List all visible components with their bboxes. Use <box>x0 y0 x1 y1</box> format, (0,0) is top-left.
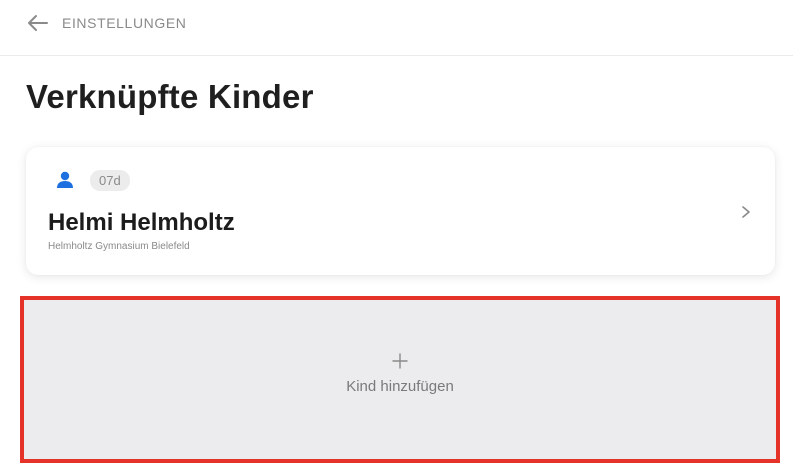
top-bar: EINSTELLUNGEN <box>0 0 793 56</box>
child-card[interactable]: 07d Helmi Helmholtz Helmholtz Gymnasium … <box>26 147 775 275</box>
plus-icon <box>391 352 409 370</box>
class-badge: 07d <box>90 169 130 191</box>
add-child-button[interactable]: Kind hinzufügen <box>20 296 780 463</box>
child-meta: 07d <box>54 169 130 191</box>
person-icon <box>54 169 76 191</box>
school-name: Helmholtz Gymnasium Bielefeld <box>48 241 190 252</box>
back-button[interactable]: EINSTELLUNGEN <box>26 8 187 38</box>
arrow-left-icon[interactable] <box>26 11 50 35</box>
chevron-right-icon <box>739 205 753 219</box>
add-child-content: Kind hinzufügen <box>24 352 776 395</box>
back-label[interactable]: EINSTELLUNGEN <box>62 15 187 31</box>
page-title: Verknüpfte Kinder <box>26 78 314 115</box>
add-child-label: Kind hinzufügen <box>346 378 454 395</box>
child-name: Helmi Helmholtz <box>48 209 235 236</box>
page: EINSTELLUNGEN Verknüpfte Kinder 07d Helm… <box>0 0 793 473</box>
